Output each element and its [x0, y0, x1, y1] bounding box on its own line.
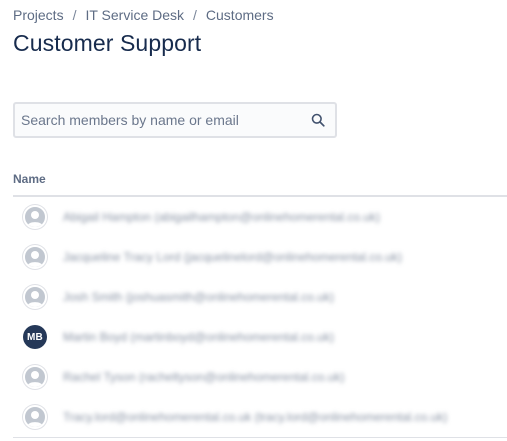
search-input[interactable] — [15, 105, 301, 135]
breadcrumb-customers[interactable]: Customers — [206, 7, 274, 23]
default-avatar-icon — [23, 405, 47, 429]
initials-avatar: MB — [23, 325, 47, 349]
member-name: Abigail Hampton (abigailhampton@onlineho… — [63, 210, 381, 224]
breadcrumb-it-service-desk[interactable]: IT Service Desk — [85, 7, 184, 23]
breadcrumb-separator: / — [193, 7, 197, 23]
members-list: Abigail Hampton (abigailhampton@onlineho… — [13, 197, 507, 437]
default-avatar-icon — [23, 245, 47, 269]
member-row: Josh Smith (joshuasmith@onlinehomerental… — [13, 277, 507, 317]
member-name: Tracy.lord@onlinehomerental.co.uk (tracy… — [63, 410, 448, 424]
default-avatar-icon — [23, 205, 47, 229]
search-box — [13, 102, 337, 138]
member-name: Rachel Tyson (racheltyson@onlinehomerent… — [63, 370, 345, 384]
member-name: Josh Smith (joshuasmith@onlinehomerental… — [63, 290, 334, 304]
page-title: Customer Support — [13, 30, 202, 56]
column-header-name[interactable]: Name — [13, 172, 46, 186]
default-avatar-icon — [23, 285, 47, 309]
default-avatar-icon — [23, 365, 47, 389]
search-icon[interactable] — [311, 113, 325, 127]
breadcrumb-separator: / — [72, 7, 77, 23]
member-row: Abigail Hampton (abigailhampton@onlineho… — [13, 197, 507, 237]
member-row: MB Martin Boyd (martinboyd@onlinehomeren… — [13, 317, 507, 357]
member-row: Rachel Tyson (racheltyson@onlinehomerent… — [13, 357, 507, 397]
member-name: Jacqueline Tracy Lord (jacquelinelord@on… — [63, 250, 403, 264]
member-row: Jacqueline Tracy Lord (jacquelinelord@on… — [13, 237, 507, 277]
list-bottom-divider — [13, 437, 507, 438]
breadcrumb: Projects / IT Service Desk / Customers — [13, 7, 274, 23]
customers-page: Projects / IT Service Desk / Customers C… — [0, 0, 507, 441]
member-name: Martin Boyd (martinboyd@onlinehomerental… — [63, 330, 334, 344]
breadcrumb-projects[interactable]: Projects — [13, 7, 64, 23]
member-row: Tracy.lord@onlinehomerental.co.uk (tracy… — [13, 397, 507, 437]
